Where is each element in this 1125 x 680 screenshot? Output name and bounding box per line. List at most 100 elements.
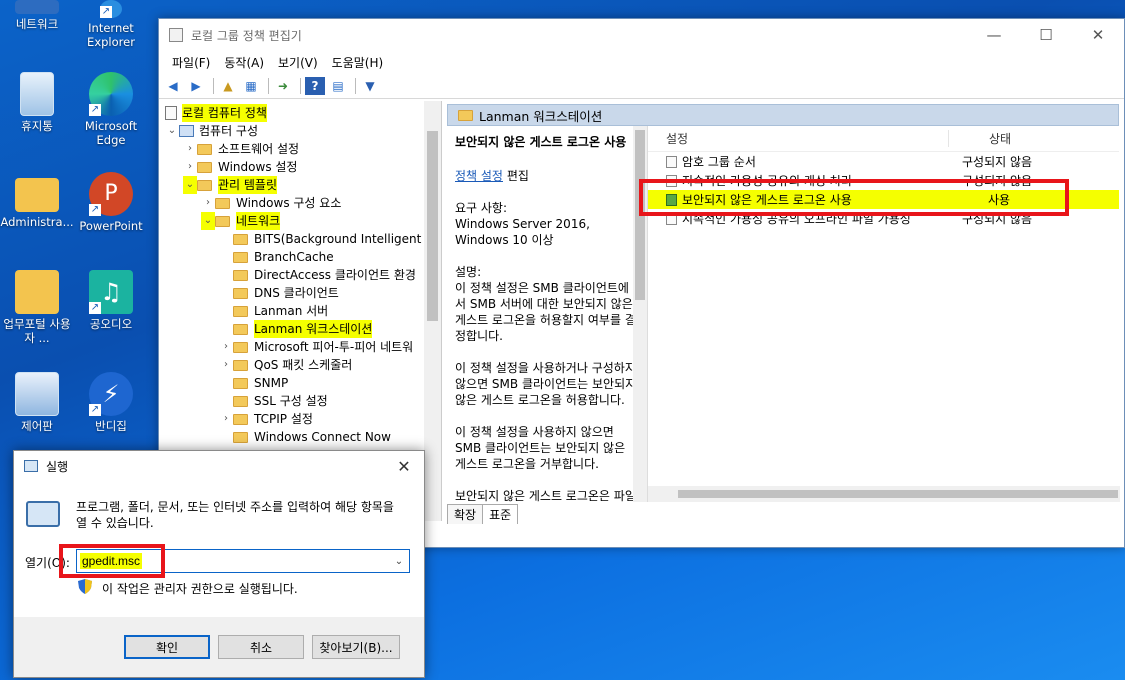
folder-icon (233, 251, 248, 263)
chevron-right-icon[interactable]: › (183, 140, 197, 158)
tree-item-local-computer-policy[interactable]: 로컬 컴퓨터 정책 (165, 104, 267, 122)
close-icon[interactable]: ✕ (1072, 19, 1124, 51)
cancel-button[interactable]: 취소 (218, 635, 304, 659)
desktop-icon-edge[interactable]: Microsoft Edge (74, 72, 148, 147)
tab-extended[interactable]: 확장 (447, 504, 484, 524)
tree-item-computer-config[interactable]: ⌄ 컴퓨터 구성 (165, 122, 258, 140)
description-p4: 보안되지 않은 게스트 로그온은 파일 서버에서 공유 폴더에 대한 인 (455, 489, 636, 502)
menu-help[interactable]: 도움말(H) (325, 54, 391, 71)
tree-item-admin-templates[interactable]: ⌄ 관리 템플릿 (183, 176, 278, 194)
chevron-down-icon[interactable]: ⌄ (183, 176, 197, 194)
forward-arrow-icon[interactable]: ▶ (186, 77, 206, 95)
run-title: 실행 (46, 459, 69, 474)
desktop-icon-network[interactable]: 네트워크 (0, 0, 74, 31)
desktop-icon-control-panel[interactable]: 제어판 (0, 372, 74, 433)
chevron-down-icon[interactable]: ⌄ (165, 122, 179, 140)
tree-item-ssl[interactable]: SSL 구성 설정 (233, 392, 328, 410)
policy-setting-icon (666, 155, 677, 168)
run-footer: 확인 취소 찾아보기(B)... (14, 617, 424, 677)
tree-item-lanman-server[interactable]: Lanman 서버 (233, 302, 328, 320)
menu-file[interactable]: 파일(F) (165, 54, 217, 71)
folder-icon (233, 341, 248, 353)
powerpoint-icon: P (89, 172, 133, 216)
properties-icon[interactable]: ▤ (328, 77, 348, 95)
desktop-icon-admin-folder[interactable]: Administra... (0, 172, 74, 229)
column-state[interactable]: 상태 (948, 130, 1048, 147)
chevron-right-icon[interactable]: › (219, 338, 233, 356)
minimize-icon[interactable]: — (968, 19, 1020, 51)
tree-item-dns-client[interactable]: DNS 클라이언트 (233, 284, 339, 302)
folder-icon (233, 395, 248, 407)
desktop-icon-portal[interactable]: 업무포털 사용자 ... (0, 270, 74, 345)
tree-item-windows-connect-now[interactable]: Windows Connect Now (233, 428, 391, 446)
folder-icon (233, 323, 248, 335)
tree-vertical-scrollbar[interactable] (424, 101, 441, 521)
tree-item-windows-settings[interactable]: › Windows 설정 (183, 158, 297, 176)
tree-item-tcpip[interactable]: › TCPIP 설정 (219, 410, 313, 428)
portal-folder-icon (15, 270, 59, 314)
desktop-icon-ie[interactable]: Internet Explorer (74, 0, 148, 49)
chevron-down-icon[interactable]: ⌄ (389, 556, 409, 567)
chevron-down-icon[interactable]: ⌄ (201, 212, 215, 230)
up-folder-icon[interactable]: ▲ (218, 77, 238, 95)
desktop-icon-bandizip[interactable]: ⚡ 반디집 (74, 372, 148, 433)
run-titlebar[interactable]: 실행 ✕ (14, 451, 424, 481)
policy-doc-icon (165, 106, 177, 120)
tree-item-network[interactable]: ⌄ 네트워크 (201, 212, 281, 230)
filter-icon[interactable]: ▼ (360, 77, 380, 95)
menu-action[interactable]: 동작(A) (217, 54, 271, 71)
gpedit-app-icon (169, 28, 183, 42)
desktop-icon-recycle-bin[interactable]: 휴지통 (0, 72, 74, 133)
tree-item-snmp[interactable]: SNMP (233, 374, 288, 392)
toolbar-separator (213, 77, 214, 94)
description-label: 설명: (455, 265, 482, 279)
gpedit-title: 로컬 그룹 정책 편집기 (191, 28, 302, 43)
run-icon (26, 501, 60, 527)
ok-button[interactable]: 확인 (124, 635, 210, 659)
gpedit-menubar: 파일(F) 동작(A) 보기(V) 도움말(H) (159, 51, 1124, 73)
folder-icon (233, 359, 248, 371)
tree-item-windows-components[interactable]: › Windows 구성 요소 (201, 194, 341, 212)
details-header: Lanman 워크스테이션 (447, 104, 1119, 126)
tab-standard[interactable]: 표준 (482, 504, 519, 524)
chevron-right-icon[interactable]: › (201, 194, 215, 212)
folder-icon (233, 269, 248, 281)
requirements-label: 요구 사항: (455, 201, 508, 215)
help-icon[interactable]: ? (305, 76, 325, 95)
folder-icon (215, 215, 230, 227)
description-p2: 이 정책 설정을 사용하거나 구성하지 않으면 SMB 클라이언트는 보안되지 … (455, 361, 637, 407)
chevron-right-icon[interactable]: › (219, 410, 233, 428)
view-tabs: 확장 표준 (447, 502, 519, 524)
tree-item-branchcache[interactable]: BranchCache (233, 248, 334, 266)
tree-item-bits[interactable]: BITS(Background Intelligent Tra (233, 230, 441, 248)
browse-button[interactable]: 찾아보기(B)... (312, 635, 400, 659)
chevron-right-icon[interactable]: › (219, 356, 233, 374)
requirements-value: Windows Server 2016, Windows 10 이상 (455, 217, 590, 247)
folder-icon (197, 143, 212, 155)
gpedit-titlebar[interactable]: 로컬 그룹 정책 편집기 — ☐ ✕ (159, 19, 1124, 51)
tree-item-software-settings[interactable]: › 소프트웨어 설정 (183, 140, 299, 158)
folder-icon (233, 233, 248, 245)
export-list-icon[interactable]: ➜ (273, 77, 293, 95)
scroll-thumb[interactable] (427, 131, 438, 321)
maximize-icon[interactable]: ☐ (1020, 19, 1072, 51)
desktop-icon-audio[interactable]: ♫ 공오디오 (74, 270, 148, 331)
tree-item-p2p-network[interactable]: › Microsoft 피어-투-피어 네트워 (219, 338, 413, 356)
list-horizontal-scrollbar[interactable] (648, 486, 1120, 502)
policy-settings-link[interactable]: 정책 설정 (455, 169, 503, 183)
admin-note: 이 작업은 관리자 권한으로 실행됩니다. (102, 582, 298, 596)
back-arrow-icon[interactable]: ◀ (163, 77, 183, 95)
desktop-icon-powerpoint[interactable]: P PowerPoint (74, 172, 148, 233)
list-item[interactable]: 암호 그룹 순서 구성되지 않음 (648, 152, 1119, 171)
tree-item-qos[interactable]: › QoS 패킷 스케줄러 (219, 356, 352, 374)
folder-icon (233, 377, 248, 389)
toolbar-separator (355, 77, 356, 94)
chevron-right-icon[interactable]: › (183, 158, 197, 176)
tree-item-directaccess[interactable]: DirectAccess 클라이언트 환경 (233, 266, 416, 284)
menu-view[interactable]: 보기(V) (271, 54, 325, 71)
show-hide-tree-icon[interactable]: ▦ (241, 77, 261, 95)
scroll-thumb[interactable] (678, 490, 1118, 498)
tree-item-lanman-workstation[interactable]: Lanman 워크스테이션 (233, 320, 373, 338)
close-icon[interactable]: ✕ (384, 457, 424, 476)
column-setting[interactable]: 설정 (648, 130, 948, 147)
